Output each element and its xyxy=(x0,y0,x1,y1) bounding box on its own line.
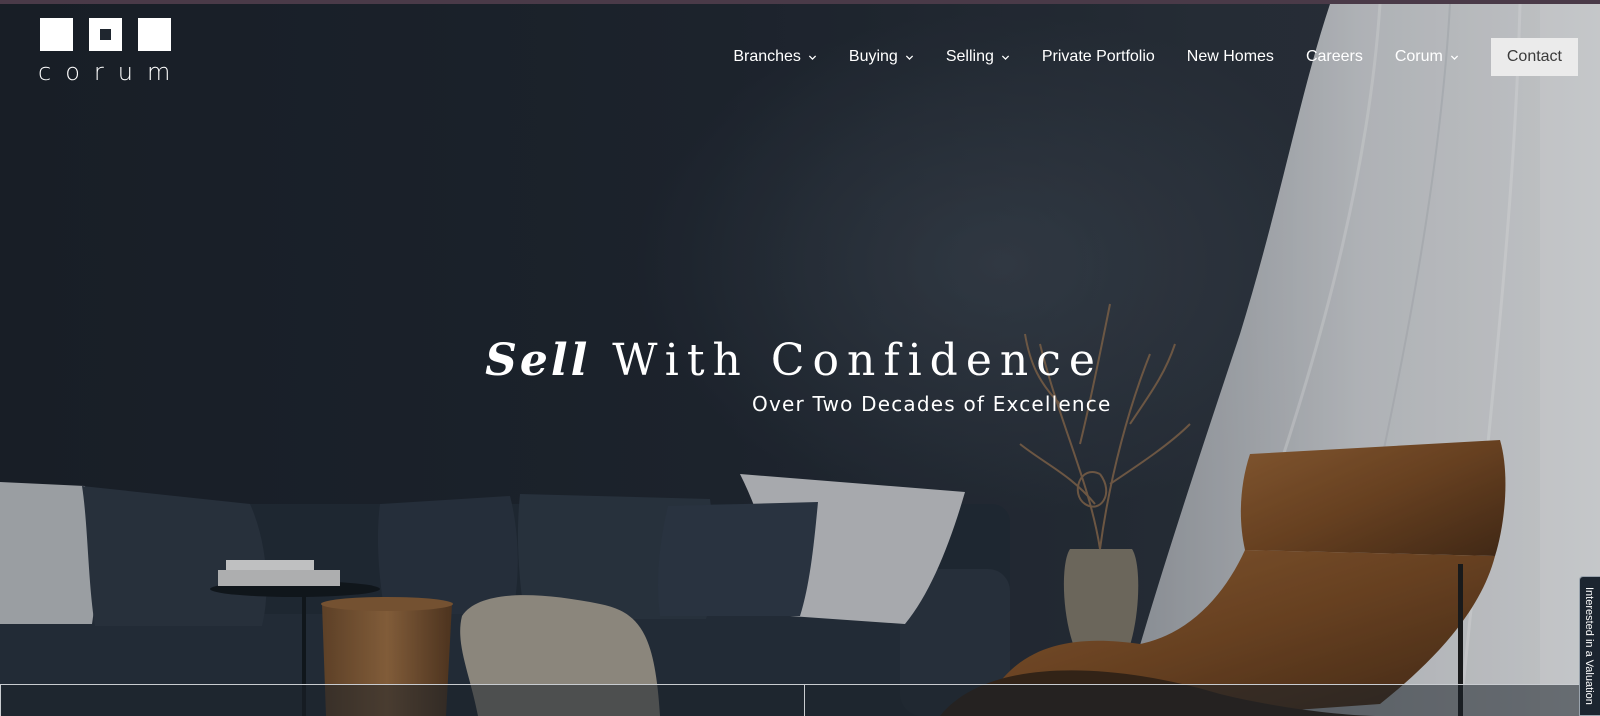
panel-border-left xyxy=(0,685,1,716)
logo-square-left xyxy=(40,18,73,51)
chevron-down-icon xyxy=(808,54,817,60)
logo-square-middle xyxy=(89,18,122,51)
chevron-down-icon xyxy=(1001,54,1009,60)
nav-item-new-homes[interactable]: New Homes xyxy=(1187,48,1274,66)
hero-bottom-panel xyxy=(0,684,1580,716)
logo-wordmark: corum xyxy=(38,58,185,86)
contact-button[interactable]: Contact xyxy=(1490,38,1578,76)
panel-divider xyxy=(804,685,805,716)
valuation-tab-label: Interested in a Valuation xyxy=(1583,587,1595,705)
nav-item-branches[interactable]: Branches xyxy=(733,48,817,66)
nav-item-label: Private Portfolio xyxy=(1041,48,1155,65)
nav-item-selling[interactable]: Selling xyxy=(946,48,1010,66)
nav-item-private-portfolio[interactable]: Private Portfolio xyxy=(1042,48,1155,66)
nav-item-label: Branches xyxy=(733,48,801,65)
nav-item-label: Selling xyxy=(945,48,994,65)
headline-text: With Confidence xyxy=(612,335,1103,386)
nav-item-label: Corum xyxy=(1394,48,1443,65)
nav-item-label: New Homes xyxy=(1186,48,1274,65)
chevron-down-icon xyxy=(1450,54,1458,60)
hero-headline: Sell With Confidence xyxy=(0,335,1600,386)
valuation-side-tab[interactable]: Interested in a Valuation xyxy=(1579,576,1600,716)
logo-square-right xyxy=(138,18,171,51)
headline-emphasis: Sell xyxy=(485,335,591,386)
nav-item-corum[interactable]: Corum xyxy=(1395,48,1459,66)
nav-item-careers[interactable]: Careers xyxy=(1306,48,1363,66)
hero-subheadline: Over Two Decades of Excellence xyxy=(752,392,1112,416)
nav-item-label: Buying xyxy=(848,48,898,65)
main-nav: Branches Buying Selling Private Portfoli… xyxy=(701,38,1578,76)
nav-item-label: Careers xyxy=(1305,48,1363,65)
corum-logo[interactable]: corum xyxy=(38,18,172,90)
chevron-down-icon xyxy=(905,54,913,60)
nav-item-buying[interactable]: Buying xyxy=(849,48,914,66)
